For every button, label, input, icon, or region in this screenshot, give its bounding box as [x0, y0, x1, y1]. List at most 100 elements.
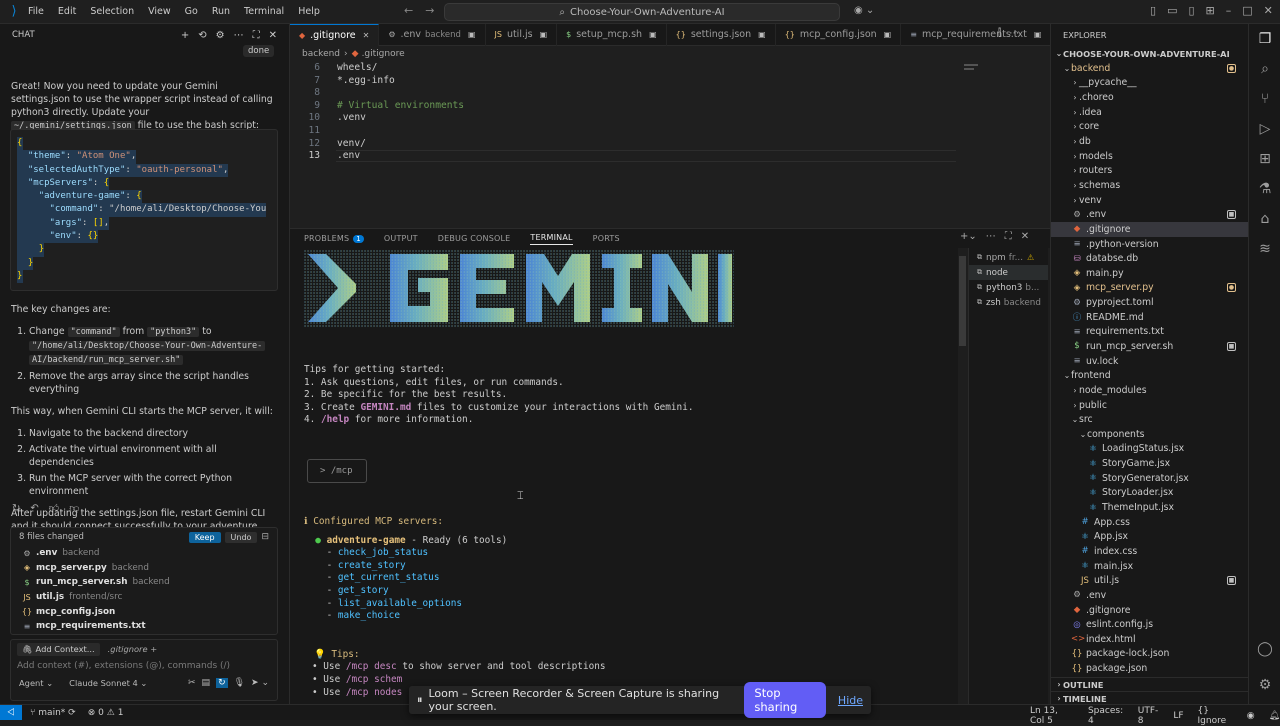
tab-util-js[interactable]: JS util.js ▣ — [486, 23, 558, 46]
cursor-position[interactable]: Ln 13, Col 5 — [1030, 706, 1074, 726]
back-arrow-icon[interactable]: ← — [404, 4, 413, 17]
menu-run[interactable]: Run — [212, 6, 230, 17]
new-chat-icon[interactable]: + — [181, 30, 189, 41]
mode-picker[interactable]: Agent ⌄ — [19, 678, 53, 688]
file-item[interactable]: ⚛ StoryLoader.jsx — [1051, 486, 1248, 501]
customize-layout-icon[interactable]: ⊞ — [1206, 4, 1215, 17]
maximize-chat-icon[interactable]: ⛶ — [253, 30, 260, 41]
encoding[interactable]: UTF-8 — [1138, 706, 1160, 726]
agent-icon[interactable]: ↻ — [216, 678, 228, 688]
folder-item[interactable]: › venv — [1051, 193, 1248, 208]
thumbs-down-icon[interactable]: 👎︎ — [69, 502, 79, 514]
file-item[interactable]: ⛁ databse.db — [1051, 251, 1248, 266]
terminal[interactable]: Tips for getting started: 1. Ask questio… — [290, 248, 958, 704]
terminal-instance[interactable]: ⧉ npm fr... ⚠ — [969, 250, 1048, 265]
changed-file-row[interactable]: $ run_mcp_server.sh backend — [21, 575, 277, 590]
folder-item[interactable]: ⌄ frontend — [1051, 368, 1248, 383]
folder-item[interactable]: › public — [1051, 398, 1248, 413]
folder-item[interactable]: › routers — [1051, 163, 1248, 178]
modified-indicator-icon[interactable]: ▣ — [468, 30, 476, 39]
panel-tab-output[interactable]: OUTPUT — [384, 234, 418, 243]
workspace-root[interactable]: ⌄ CHOOSE-YOUR-OWN-ADVENTURE-AI — [1051, 46, 1248, 61]
minimize-icon[interactable]: – — [1226, 4, 1232, 17]
folder-item[interactable]: › __pycache__ — [1051, 76, 1248, 91]
add-context-button[interactable]: 🖇︎ Add Context... — [17, 642, 100, 656]
maximize-icon[interactable]: □ — [1242, 4, 1252, 17]
folder-item[interactable]: › .idea — [1051, 105, 1248, 120]
explorer-icon[interactable]: ❐ — [1249, 24, 1280, 54]
breadcrumb-file[interactable]: .gitignore — [362, 49, 405, 59]
split-editor-icon[interactable]: ⫿ — [998, 28, 1001, 39]
modified-indicator-icon[interactable]: ▣ — [649, 30, 657, 39]
folder-item[interactable]: › .choreo — [1051, 90, 1248, 105]
stop-sharing-button[interactable]: Stop sharing — [744, 682, 826, 718]
code-editor[interactable]: 6 wheels/7 *.egg-info 8 9 # Virtual environme… — [290, 62, 1050, 228]
file-item[interactable]: ◈ main.py — [1051, 266, 1248, 281]
search-icon[interactable]: ⌕ — [1249, 54, 1280, 84]
run-debug-icon[interactable]: ▷ — [1249, 114, 1280, 144]
add-icon[interactable]: + — [150, 644, 157, 654]
pause-icon[interactable]: ⏸ — [417, 693, 423, 707]
view-diff-icon[interactable]: ⊟ — [261, 532, 269, 542]
toggle-sidebar-icon[interactable]: ▯ — [1150, 4, 1156, 17]
maximize-panel-icon[interactable]: ⛶ — [1005, 231, 1012, 242]
language-mode[interactable]: {} Ignore — [1198, 706, 1233, 726]
tools-icon[interactable]: ✂ — [188, 678, 196, 688]
file-item[interactable]: ⚛ LoadingStatus.jsx — [1051, 442, 1248, 457]
indentation[interactable]: Spaces: 4 — [1088, 706, 1124, 726]
terminal-instance[interactable]: ⧉ node — [969, 265, 1048, 280]
modified-indicator-icon[interactable]: ▣ — [540, 30, 548, 39]
docker-icon[interactable]: ≋ — [1249, 234, 1280, 264]
command-center-search[interactable]: ⌕ Choose-Your-Own-Adventure-AI — [444, 3, 840, 21]
more-icon[interactable]: ⋯ — [234, 30, 244, 41]
manage-gear-icon[interactable]: ⚙ — [1249, 670, 1280, 700]
panel-tab-ports[interactable]: PORTS — [593, 234, 620, 243]
file-item[interactable]: {} package.json — [1051, 661, 1248, 676]
modified-indicator-icon[interactable]: ▣ — [884, 30, 892, 39]
folder-item[interactable]: › node_modules — [1051, 383, 1248, 398]
branch-indicator[interactable]: ⑂ main* ⟳ — [30, 708, 76, 718]
minimap[interactable] — [964, 62, 1014, 80]
file-item[interactable]: ⚛ ThemeInput.jsx — [1051, 500, 1248, 515]
folder-item[interactable]: › schemas — [1051, 178, 1248, 193]
extensions-icon[interactable]: ⊞ — [1249, 144, 1280, 174]
keep-button[interactable]: Keep — [188, 531, 221, 543]
send-icon[interactable]: ➤ ⌄ — [251, 678, 269, 688]
panel-tab-debug-console[interactable]: DEBUG CONSOLE — [438, 234, 511, 243]
model-picker[interactable]: Claude Sonnet 4 ⌄ — [69, 678, 147, 688]
panel-tab-problems[interactable]: PROBLEMS 1 — [304, 234, 364, 243]
tab-settings-json[interactable]: {} settings.json ▣ — [667, 23, 776, 46]
tab-gitignore[interactable]: ◆ .gitignore ✕ — [290, 23, 380, 46]
retry-icon[interactable]: ↻ — [12, 503, 20, 514]
remote-icon[interactable]: ⌂ — [1249, 204, 1280, 234]
history-icon[interactable]: ⟲ — [198, 30, 206, 41]
close-chat-icon[interactable]: ✕ — [269, 30, 277, 41]
accounts-icon[interactable]: ◯ — [1249, 634, 1280, 664]
terminal-instance[interactable]: ⧉ zsh backend — [969, 295, 1048, 310]
file-item[interactable]: ≡ .python-version — [1051, 237, 1248, 252]
undo-button[interactable]: Undo — [224, 531, 258, 543]
file-item[interactable]: ◆ .gitignore — [1051, 222, 1248, 237]
file-item[interactable]: ⚛ App.jsx — [1051, 530, 1248, 545]
remote-indicator-icon[interactable]: ⨞ — [0, 705, 22, 720]
close-window-icon[interactable]: ✕ — [1264, 4, 1273, 17]
hide-button[interactable]: Hide — [838, 694, 863, 707]
toggle-panel-icon[interactable]: ▭ — [1167, 4, 1177, 17]
panel-tab-terminal[interactable]: TERMINAL — [530, 233, 573, 245]
file-item[interactable]: ⓘ README.md — [1051, 310, 1248, 325]
modified-indicator-icon[interactable]: ▣ — [758, 30, 766, 39]
problems-indicator[interactable]: ⊗ 0 ⚠ 1 — [88, 708, 124, 718]
json-code-block[interactable]: { "theme": "Atom One", "selectedAuthType… — [10, 129, 278, 291]
menu-terminal[interactable]: Terminal — [244, 6, 284, 17]
tab-env[interactable]: ⚙ .env backend ▣ — [379, 23, 486, 46]
attach-icon[interactable]: ▤ — [202, 678, 211, 688]
file-item[interactable]: # App.css — [1051, 515, 1248, 530]
settings-icon[interactable]: ⚙ — [216, 30, 225, 41]
file-item[interactable]: JS util.js ■ — [1051, 573, 1248, 588]
tab-setup-mcp-sh[interactable]: $ setup_mcp.sh ▣ — [557, 23, 667, 46]
terminal-scroll-thumb[interactable] — [959, 256, 966, 346]
file-item[interactable]: ⚙ pyproject.toml — [1051, 295, 1248, 310]
changed-file-row[interactable]: ◈ mcp_server.py backend — [21, 561, 277, 576]
file-item[interactable]: ⚙ .env — [1051, 588, 1248, 603]
file-item[interactable]: <> index.html — [1051, 632, 1248, 647]
